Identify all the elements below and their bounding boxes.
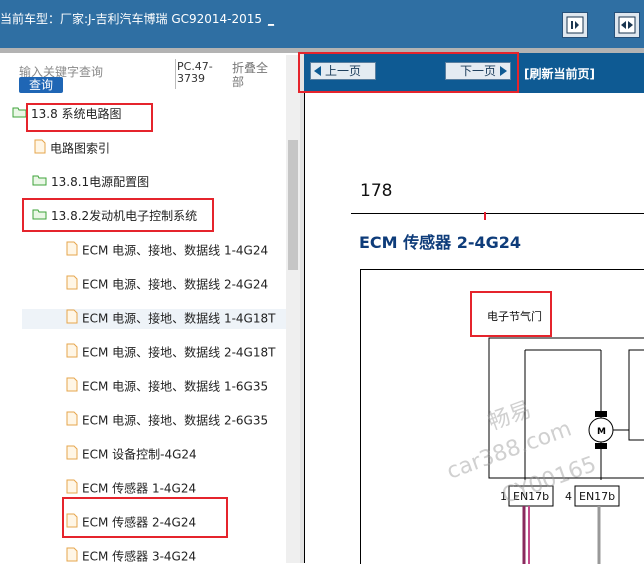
highlight-box-ecm-sensor2 <box>62 497 228 538</box>
split-view-icon <box>566 16 584 34</box>
tree-item[interactable]: ECM 电源、接地、数据线 2-4G24 <box>66 275 268 295</box>
pc-info-label: PC.47-3739 <box>177 60 213 85</box>
tree-item-label: ECM 传感器 3-4G24 <box>82 549 197 564</box>
document-icon <box>66 411 78 429</box>
folder-open-icon <box>12 106 27 121</box>
motor-label: M <box>597 427 606 437</box>
content-left-border <box>304 93 305 563</box>
tree-item-label: ECM 电源、接地、数据线 1-4G24 <box>82 243 269 258</box>
document-icon <box>66 343 78 361</box>
vehicle-model: 厂家:J-吉利汽车博瑞 GC92014-2015 <box>60 12 263 26</box>
highlight-box-system-circuit <box>26 103 153 132</box>
tree-item[interactable]: ECM 电源、接地、数据线 2-4G18T <box>66 343 275 363</box>
connector2-label: EN17b <box>579 490 615 503</box>
vehicle-model-title: 当前车型：厂家:J-吉利汽车博瑞 GC92014-2015 _ <box>0 10 274 27</box>
document-icon <box>66 241 78 259</box>
folder-icon <box>32 174 47 189</box>
document-icon <box>66 275 78 293</box>
tree-item-label: ECM 传感器 1-4G24 <box>82 481 197 496</box>
tree-scrollbar-thumb[interactable] <box>288 140 298 270</box>
tree-item[interactable]: ECM 设备控制-4G24 <box>66 445 197 465</box>
tree-scrollbar[interactable] <box>286 55 300 563</box>
tree-item-label: ECM 电源、接地、数据线 2-4G18T <box>82 345 276 360</box>
highlight-box-engine-control <box>22 198 214 232</box>
vehicle-label: 当前车型： <box>0 12 61 26</box>
tree-item[interactable]: ECM 电源、接地、数据线 1-4G18T <box>22 309 306 329</box>
diagram-title: ECM 传感器 2-4G24 <box>359 233 522 252</box>
tree-item-label: ECM 电源、接地、数据线 2-6G35 <box>82 413 269 428</box>
inner-component-box <box>628 349 644 441</box>
tree-item[interactable]: ECM 传感器 1-4G24 <box>66 479 196 499</box>
document-icon <box>66 377 78 395</box>
refresh-page-link[interactable]: [刷新当前页] <box>524 65 595 82</box>
collapse-all-button[interactable]: 折叠全部 <box>232 61 272 89</box>
tree-item[interactable]: 13.8.1电源配置图 <box>32 173 149 193</box>
document-icon <box>66 309 78 327</box>
toolbar-divider <box>175 59 176 89</box>
header-rule <box>351 213 644 214</box>
tree-item[interactable]: ECM 传感器 3-4G24 <box>66 547 196 567</box>
tree-item-label: ECM 电源、接地、数据线 1-6G35 <box>82 379 269 394</box>
swap-panels-icon <box>618 16 636 34</box>
tree-item-label: 13.8.1电源配置图 <box>51 175 150 189</box>
tree-item[interactable]: ECM 电源、接地、数据线 2-6G35 <box>66 411 268 431</box>
tree-item[interactable]: ECM 电源、接地、数据线 1-4G24 <box>66 241 268 261</box>
vehicle-link[interactable]: _ <box>268 12 274 26</box>
tree-item[interactable]: ECM 电源、接地、数据线 1-6G35 <box>66 377 268 397</box>
tree-item-label: 电路图索引 <box>50 141 111 156</box>
tree-item-label: ECM 电源、接地、数据线 2-4G24 <box>82 277 269 292</box>
document-icon <box>66 445 78 463</box>
highlight-box-throttle <box>470 291 552 337</box>
motor-top-cap <box>595 411 607 417</box>
split-view-button[interactable] <box>562 12 588 38</box>
header-rule-mark <box>484 212 486 220</box>
tree-item-label: ECM 设备控制-4G24 <box>82 447 197 462</box>
top-header-bar: 当前车型：厂家:J-吉利汽车博瑞 GC92014-2015 _ <box>0 0 644 48</box>
highlight-box-page-nav <box>298 52 519 93</box>
document-icon <box>66 479 78 497</box>
tree-item[interactable]: 电路图索引 <box>34 139 110 159</box>
document-icon <box>66 547 78 565</box>
swap-panels-button[interactable] <box>614 12 640 38</box>
tree-item-label: ECM 电源、接地、数据线 1-4G18T <box>82 311 276 326</box>
search-button[interactable]: 查询 <box>19 77 63 93</box>
page-number: 178 <box>360 181 393 201</box>
connector2-pin: 4 <box>565 490 572 503</box>
document-icon <box>34 139 46 157</box>
motor-bottom-cap <box>595 443 607 449</box>
